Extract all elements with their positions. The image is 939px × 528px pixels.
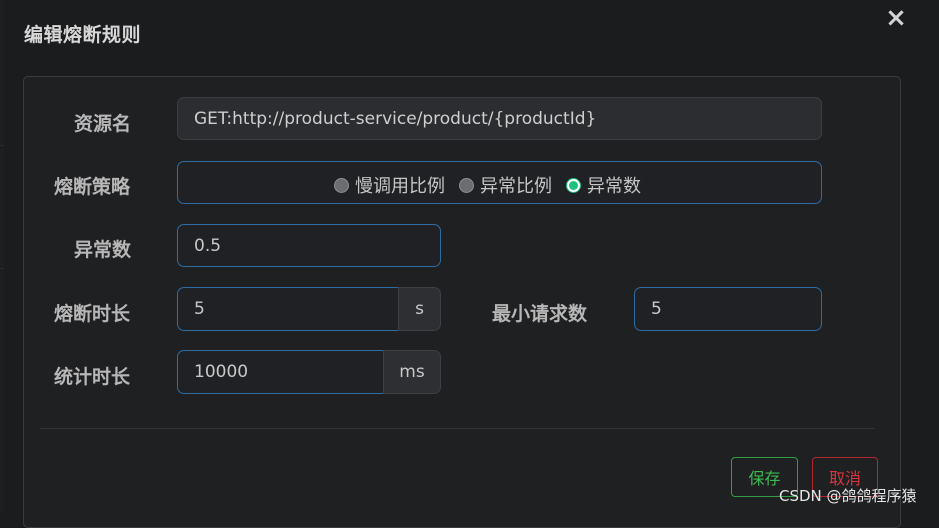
min-requests-label: 最小请求数 (492, 303, 588, 325)
min-requests-value: 5 (651, 299, 662, 319)
break-duration-label: 熔断时长 (54, 303, 131, 325)
stat-duration-input[interactable]: 10000 (177, 350, 384, 394)
edit-circuit-breaker-dialog: 编辑熔断规则 × (4, 0, 939, 528)
radio-exception-count[interactable]: 异常数 (566, 172, 641, 198)
strategy-label: 熔断策略 (54, 176, 131, 198)
radio-checked-icon (566, 177, 581, 193)
radio-label: 慢调用比例 (355, 176, 445, 197)
radio-exception-ratio[interactable]: 异常比例 (459, 172, 552, 198)
dialog-title: 编辑熔断规则 (24, 24, 142, 46)
radio-label: 异常数 (587, 176, 641, 197)
resource-name-label: 资源名 (74, 113, 132, 135)
strategy-radio-group: 慢调用比例 异常比例 异常数 (334, 172, 655, 198)
break-duration-unit: s (398, 287, 441, 331)
min-requests-input[interactable]: 5 (634, 287, 822, 331)
break-duration-input[interactable]: 5 (177, 287, 399, 331)
close-icon[interactable]: × (884, 3, 908, 33)
footer-divider (40, 428, 874, 429)
exception-count-label: 异常数 (74, 239, 132, 261)
exception-count-input[interactable]: 0.5 (177, 224, 441, 267)
resource-name-field: GET:http://product-service/product/{prod… (177, 97, 822, 140)
radio-unchecked-icon (334, 177, 349, 193)
stat-duration-value: 10000 (194, 362, 249, 382)
radio-slow-call-ratio[interactable]: 慢调用比例 (334, 172, 445, 198)
radio-label: 异常比例 (480, 176, 552, 197)
resource-name-value: GET:http://product-service/product/{prod… (194, 108, 597, 129)
exception-count-value: 0.5 (194, 235, 222, 256)
break-duration-value: 5 (194, 299, 205, 319)
watermark-text: CSDN @鸽鸽程序猿 (779, 487, 917, 505)
radio-unchecked-icon (459, 177, 474, 193)
stat-duration-label: 统计时长 (54, 366, 131, 388)
stat-duration-unit: ms (383, 350, 441, 394)
